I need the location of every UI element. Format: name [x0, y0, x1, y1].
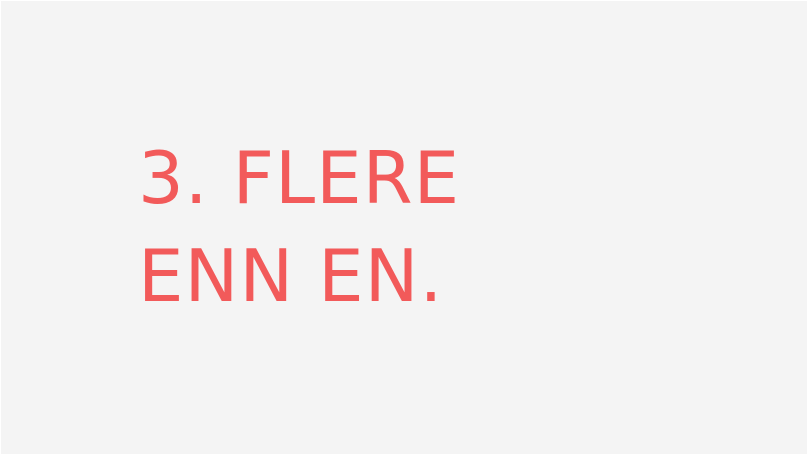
slide-heading: 3. FLERE ENN EN.: [138, 129, 460, 325]
heading-line-1: 3. FLERE: [138, 136, 461, 220]
heading-line-2: ENN EN.: [138, 234, 444, 318]
slide: 3. FLERE ENN EN.: [1, 1, 807, 454]
